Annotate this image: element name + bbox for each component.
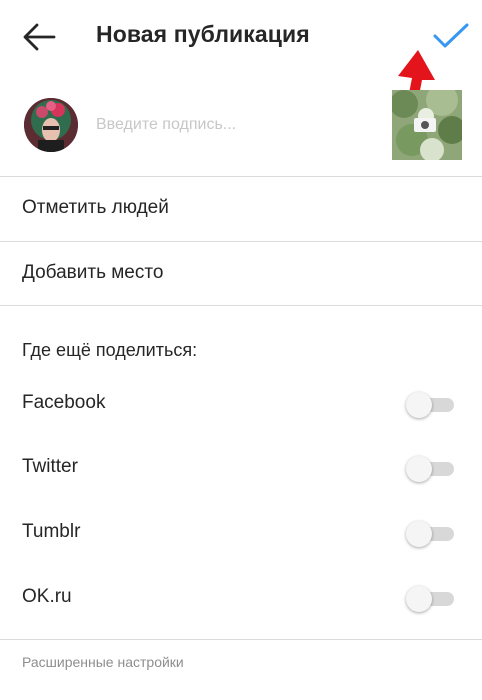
toggle-knob <box>406 392 432 418</box>
facebook-toggle[interactable] <box>406 391 456 419</box>
add-location-row[interactable]: Добавить место <box>0 242 482 306</box>
user-avatar <box>24 98 78 152</box>
divider <box>0 639 482 640</box>
okru-toggle[interactable] <box>406 585 456 613</box>
add-location-label: Добавить место <box>22 262 164 283</box>
page-title: Новая публикация <box>96 21 310 47</box>
advanced-settings-link[interactable]: Расширенные настройки <box>22 654 184 670</box>
share-row-facebook: Facebook <box>0 373 482 437</box>
tumblr-toggle[interactable] <box>406 520 456 548</box>
checkmark-icon <box>433 23 469 48</box>
compose-area <box>0 80 482 176</box>
share-row-twitter: Twitter <box>0 437 482 501</box>
arrow-left-icon <box>23 23 56 51</box>
share-label-tumblr: Tumblr <box>22 521 81 542</box>
share-confirm-button[interactable] <box>432 22 470 50</box>
post-photo-thumbnail <box>392 90 462 160</box>
top-bar: Новая публикация <box>0 0 482 74</box>
share-label-twitter: Twitter <box>22 456 78 477</box>
back-button[interactable] <box>22 22 56 52</box>
caption-input[interactable] <box>96 110 366 140</box>
share-row-okru: OK.ru <box>0 567 482 631</box>
tag-people-label: Отметить людей <box>22 197 169 218</box>
toggle-knob <box>406 521 432 547</box>
share-section-title: Где ещё поделиться: <box>22 340 198 360</box>
toggle-knob <box>406 456 432 482</box>
share-label-facebook: Facebook <box>22 392 106 413</box>
share-row-tumblr: Tumblr <box>0 502 482 566</box>
twitter-toggle[interactable] <box>406 455 456 483</box>
divider <box>0 305 482 306</box>
share-label-okru: OK.ru <box>22 586 72 607</box>
toggle-knob <box>406 586 432 612</box>
tag-people-row[interactable]: Отметить людей <box>0 177 482 241</box>
